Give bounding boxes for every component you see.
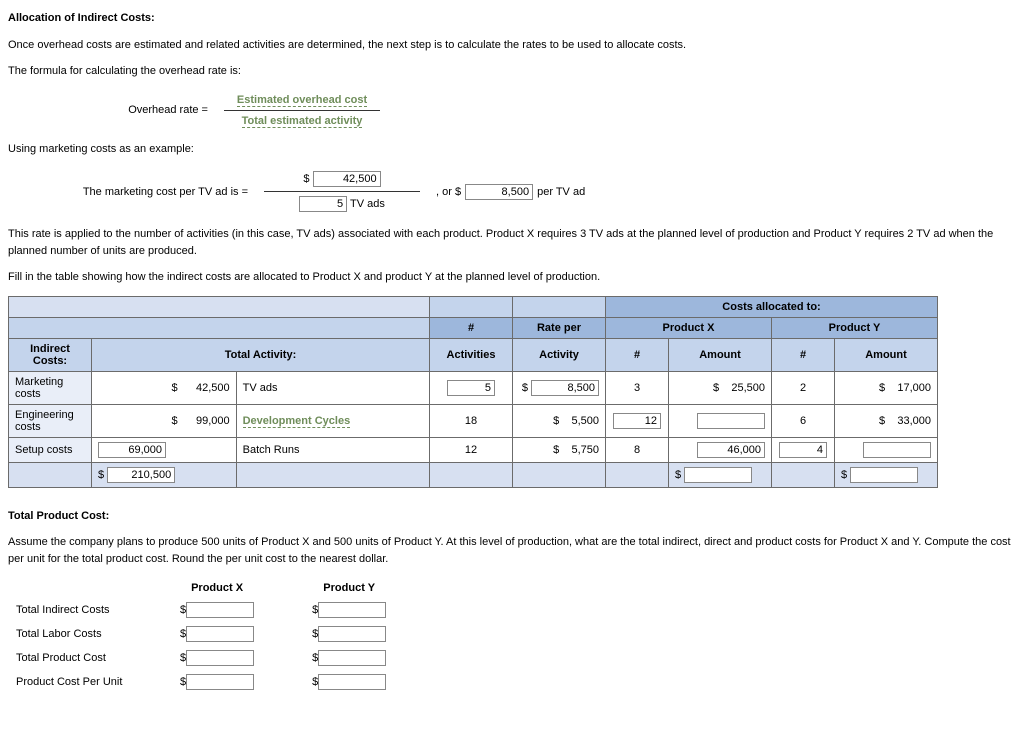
row-y-n: 2 xyxy=(772,371,835,404)
row-activity-label: TV ads xyxy=(236,371,429,404)
row-y-n: 6 xyxy=(772,404,835,437)
example-numerator-input[interactable] xyxy=(313,171,381,187)
row-rate[interactable]: $ xyxy=(513,371,606,404)
paragraph-5: Assume the company plans to produce 500 … xyxy=(8,534,1016,567)
th-product-x: Product X xyxy=(606,317,772,338)
th-x-amount: Amount xyxy=(669,338,772,371)
example-denominator-input[interactable] xyxy=(299,196,347,212)
row-n-activities[interactable] xyxy=(430,371,513,404)
th-rate-per: Rate per xyxy=(513,317,606,338)
totals-row-label: Total Labor Costs xyxy=(10,623,172,645)
section-heading-allocation: Allocation of Indirect Costs: xyxy=(8,10,1016,27)
row-n-activities: 12 xyxy=(430,437,513,462)
th-hash: # xyxy=(430,317,513,338)
overhead-rate-formula: Overhead rate = Estimated overhead cost … xyxy=(38,90,1016,131)
example-num-prefix: $ xyxy=(303,173,309,185)
row-rate: $ 5,500 xyxy=(513,404,606,437)
th-y-hash: # xyxy=(772,338,835,371)
row-x-n: 8 xyxy=(606,437,669,462)
paragraph-4: Fill in the table showing how the indire… xyxy=(8,269,1016,286)
totals-y-input[interactable] xyxy=(318,626,386,642)
totals-x-input[interactable] xyxy=(186,626,254,642)
intro-paragraph-2: The formula for calculating the overhead… xyxy=(8,63,1016,80)
row-x-n[interactable] xyxy=(606,404,669,437)
row-y-n-input[interactable] xyxy=(779,442,827,458)
intro-paragraph-1: Once overhead costs are estimated and re… xyxy=(8,37,1016,54)
row-rate-input[interactable] xyxy=(531,380,599,396)
row-label: Setup costs xyxy=(9,437,92,462)
totals-y-input[interactable] xyxy=(318,674,386,690)
row-x-n: 3 xyxy=(606,371,669,404)
totals-row-label: Total Product Cost xyxy=(10,647,172,669)
row-total-amount xyxy=(92,437,237,462)
th-total-activity: Total Activity: xyxy=(92,338,430,371)
section-heading-total-cost: Total Product Cost: xyxy=(8,508,1016,525)
totals-row-label: Product Cost Per Unit xyxy=(10,671,172,693)
row-label: Marketing costs xyxy=(9,371,92,404)
row-y-n[interactable] xyxy=(772,437,835,462)
totals-col-y: Product Y xyxy=(306,579,392,597)
row-total-amount: $ 42,500 xyxy=(92,371,237,404)
row-n-activities: 18 xyxy=(430,404,513,437)
totals-x-input[interactable] xyxy=(186,650,254,666)
footer-y-total-input[interactable] xyxy=(850,467,918,483)
row-y-amount: $ 33,000 xyxy=(835,404,938,437)
row-x-n-input[interactable] xyxy=(613,413,661,429)
formula-lhs: Overhead rate = xyxy=(38,104,218,116)
th-indirect-costs: Indirect Costs: xyxy=(9,338,92,371)
totals-col-x: Product X xyxy=(174,579,260,597)
footer-x-dollar: $ xyxy=(675,469,681,481)
row-x-amount-input[interactable] xyxy=(697,442,765,458)
footer-y-dollar: $ xyxy=(841,469,847,481)
footer-dollar: $ xyxy=(98,469,104,481)
example-den-suffix: TV ads xyxy=(350,198,385,210)
row-activity-label: Batch Runs xyxy=(236,437,429,462)
example-rate-input[interactable] xyxy=(465,184,533,200)
th-y-amount: Amount xyxy=(835,338,938,371)
allocation-table: Costs allocated to: # Rate per Product X… xyxy=(8,296,938,488)
row-x-amount[interactable] xyxy=(669,437,772,462)
totals-y-input[interactable] xyxy=(318,650,386,666)
row-activity-label[interactable]: Development Cycles xyxy=(236,404,429,437)
example-or-label: , or $ xyxy=(436,186,461,198)
th-activities: Activities xyxy=(430,338,513,371)
row-y-amount: $ 17,000 xyxy=(835,371,938,404)
example-rate-suffix: per TV ad xyxy=(537,186,585,198)
formula-denominator[interactable]: Total estimated activity xyxy=(242,115,363,128)
row-total-amount: $ 99,000 xyxy=(92,404,237,437)
marketing-example-formula: The marketing cost per TV ad is = $ TV a… xyxy=(38,167,1016,216)
totals-row-label: Total Indirect Costs xyxy=(10,599,172,621)
row-rate: $ 5,750 xyxy=(513,437,606,462)
th-product-y: Product Y xyxy=(772,317,938,338)
paragraph-3: This rate is applied to the number of ac… xyxy=(8,226,1016,259)
example-lhs: The marketing cost per TV ad is = xyxy=(38,186,258,198)
row-y-amount[interactable] xyxy=(835,437,938,462)
row-label: Engineering costs xyxy=(9,404,92,437)
footer-x-total-input[interactable] xyxy=(684,467,752,483)
row-y-amount-input[interactable] xyxy=(863,442,931,458)
totals-x-input[interactable] xyxy=(186,602,254,618)
row-x-amount: $ 25,500 xyxy=(669,371,772,404)
example-lead: Using marketing costs as an example: xyxy=(8,141,1016,158)
row-total-amount-input[interactable] xyxy=(98,442,166,458)
row-x-amount[interactable] xyxy=(669,404,772,437)
row-n-activities-input[interactable] xyxy=(447,380,495,396)
totals-y-input[interactable] xyxy=(318,602,386,618)
footer-total-input[interactable] xyxy=(107,467,175,483)
row-x-amount-input[interactable] xyxy=(697,413,765,429)
formula-numerator[interactable]: Estimated overhead cost xyxy=(237,94,367,107)
th-costs-allocated: Costs allocated to: xyxy=(606,296,938,317)
th-activity: Activity xyxy=(513,338,606,371)
totals-x-input[interactable] xyxy=(186,674,254,690)
th-x-hash: # xyxy=(606,338,669,371)
totals-table: Product X Product Y Total Indirect Costs… xyxy=(8,577,394,695)
